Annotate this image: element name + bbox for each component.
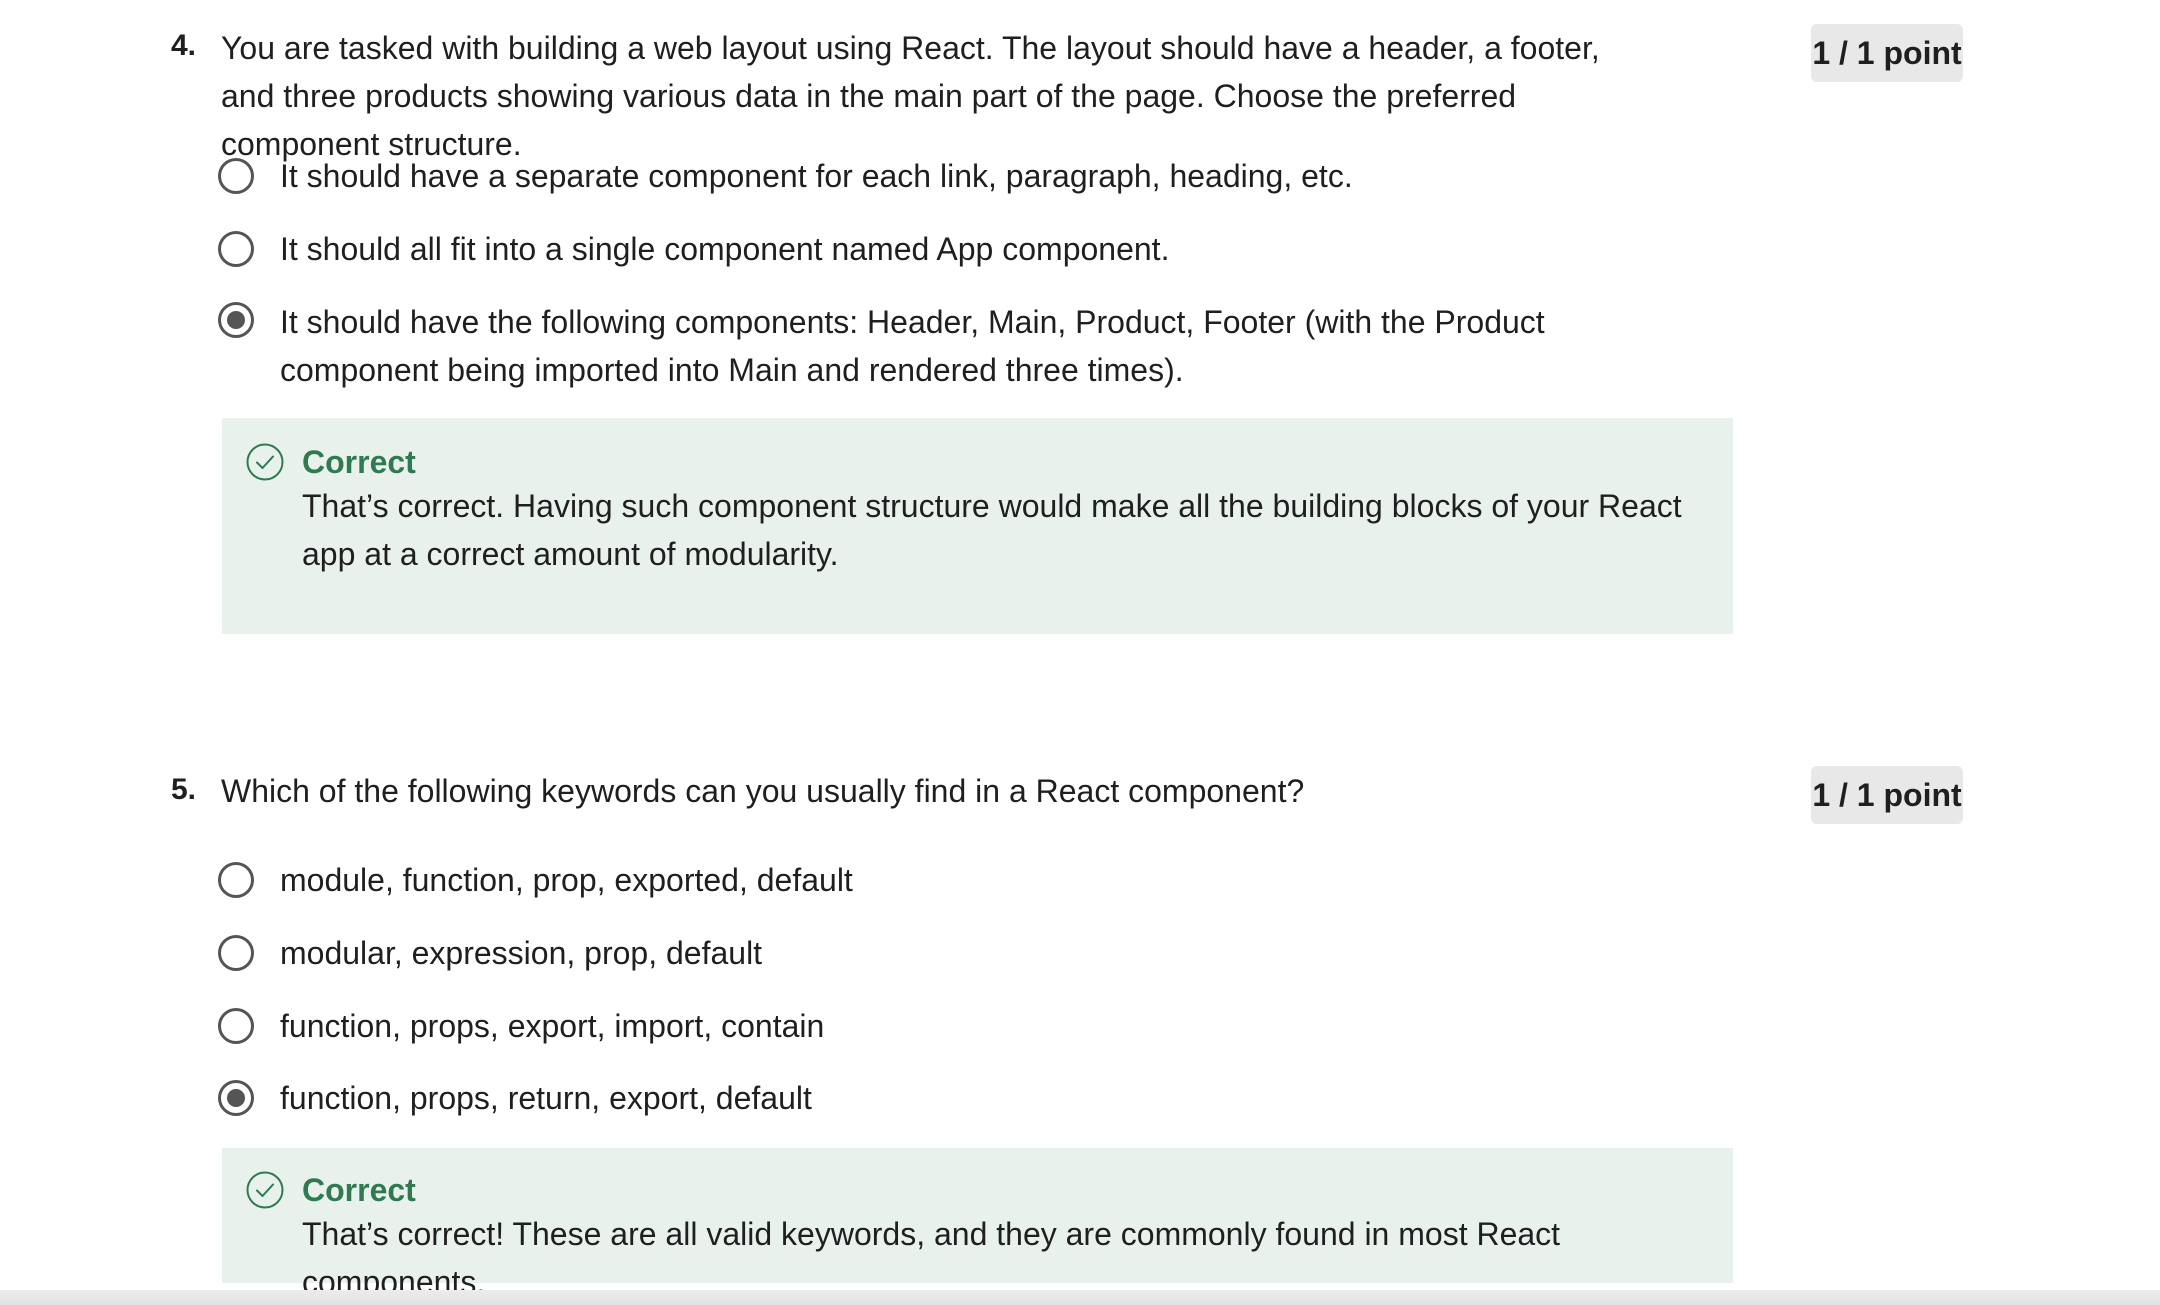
radio-button-selected[interactable]	[218, 1080, 254, 1116]
points-badge: 1 / 1 point	[1811, 24, 1963, 82]
option-label[interactable]: It should all fit into a single componen…	[280, 225, 1700, 273]
feedback-status: Correct	[302, 444, 416, 480]
radio-button[interactable]	[218, 1008, 254, 1044]
feedback-panel: Correct That’s correct! These are all va…	[222, 1148, 1733, 1300]
option-label[interactable]: It should have the following components:…	[280, 298, 1700, 394]
question-number: 5.	[171, 773, 197, 806]
radio-button[interactable]	[218, 231, 254, 267]
radio-button[interactable]	[218, 862, 254, 898]
bottom-edge	[0, 1290, 2160, 1305]
check-circle-icon	[246, 1171, 284, 1209]
option-label[interactable]: function, props, return, export, default	[280, 1074, 1700, 1122]
feedback-status: Correct	[302, 1172, 416, 1208]
option-label[interactable]: It should have a separate component for …	[280, 152, 1700, 200]
feedback-text: That’s correct. Having such component st…	[302, 488, 1682, 572]
points-badge: 1 / 1 point	[1811, 766, 1963, 824]
question-prompt: You are tasked with building a web layou…	[221, 30, 1600, 162]
radio-button[interactable]	[218, 158, 254, 194]
radio-button[interactable]	[218, 935, 254, 971]
quiz-page: 4. You are tasked with building a web la…	[0, 0, 2160, 1305]
question-number: 4.	[171, 29, 197, 62]
option-label[interactable]: function, props, export, import, contain	[280, 1002, 1700, 1050]
feedback-panel: Correct That’s correct. Having such comp…	[222, 418, 1733, 634]
option-label[interactable]: modular, expression, prop, default	[280, 929, 1700, 977]
radio-button-selected[interactable]	[218, 302, 254, 338]
question-prompt: Which of the following keywords can you …	[221, 773, 1305, 809]
option-label[interactable]: module, function, prop, exported, defaul…	[280, 856, 1700, 904]
check-circle-icon	[246, 443, 284, 481]
